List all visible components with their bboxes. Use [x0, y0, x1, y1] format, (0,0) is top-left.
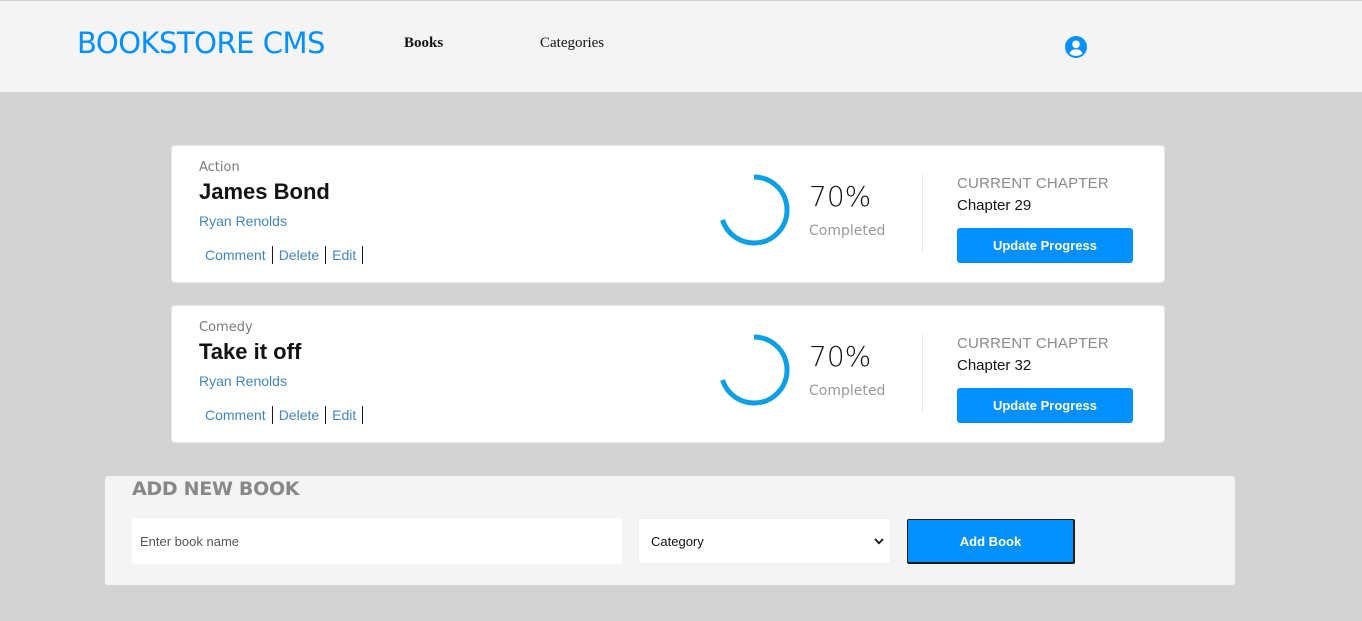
book-actions: Comment Delete Edit	[199, 246, 364, 264]
top-navbar: BOOKSTORE CMS Books Categories	[0, 0, 1362, 92]
user-circle-icon[interactable]	[1064, 35, 1088, 59]
chevron-down-icon	[874, 538, 884, 545]
book-author[interactable]: Ryan Renolds	[199, 373, 287, 389]
current-chapter-label: CURRENT CHAPTER	[957, 335, 1109, 352]
delete-button[interactable]: Delete	[273, 246, 327, 264]
nav-books-link[interactable]: Books	[404, 35, 443, 52]
card-divider	[922, 174, 923, 252]
comment-button[interactable]: Comment	[199, 406, 273, 424]
category-selected-value: Category	[651, 533, 704, 549]
book-actions: Comment Delete Edit	[199, 406, 364, 424]
current-chapter-value: Chapter 32	[957, 357, 1032, 374]
progress-status: Completed	[809, 223, 886, 239]
book-author[interactable]: Ryan Renolds	[199, 213, 287, 229]
nav-categories-link[interactable]: Categories	[540, 35, 604, 52]
category-select[interactable]: Category	[638, 518, 891, 564]
add-book-form: ADD NEW BOOK Category Add Book	[105, 476, 1235, 585]
progress-status: Completed	[809, 383, 886, 399]
delete-button[interactable]: Delete	[273, 406, 327, 424]
edit-button[interactable]: Edit	[326, 246, 364, 264]
current-chapter-value: Chapter 29	[957, 197, 1032, 214]
brand-logo[interactable]: BOOKSTORE CMS	[77, 25, 325, 61]
edit-button[interactable]: Edit	[326, 406, 364, 424]
comment-button[interactable]: Comment	[199, 246, 273, 264]
progress-ring-icon	[718, 174, 790, 246]
card-divider	[922, 334, 923, 412]
current-chapter-label: CURRENT CHAPTER	[957, 175, 1109, 192]
add-book-title: ADD NEW BOOK	[132, 478, 300, 500]
book-genre: Comedy	[199, 320, 253, 335]
book-name-input[interactable]	[132, 518, 622, 564]
update-progress-button[interactable]: Update Progress	[957, 388, 1133, 423]
book-card: Action James Bond Ryan Renolds Comment D…	[171, 145, 1165, 283]
book-title: James Bond	[199, 179, 330, 204]
progress-ring-icon	[718, 334, 790, 406]
progress-percent: 70%	[809, 340, 872, 373]
update-progress-button[interactable]: Update Progress	[957, 228, 1133, 263]
progress-percent: 70%	[809, 180, 872, 213]
book-title: Take it off	[199, 339, 302, 364]
add-book-button[interactable]: Add Book	[907, 519, 1075, 564]
book-card: Comedy Take it off Ryan Renolds Comment …	[171, 305, 1165, 443]
book-genre: Action	[199, 160, 240, 175]
